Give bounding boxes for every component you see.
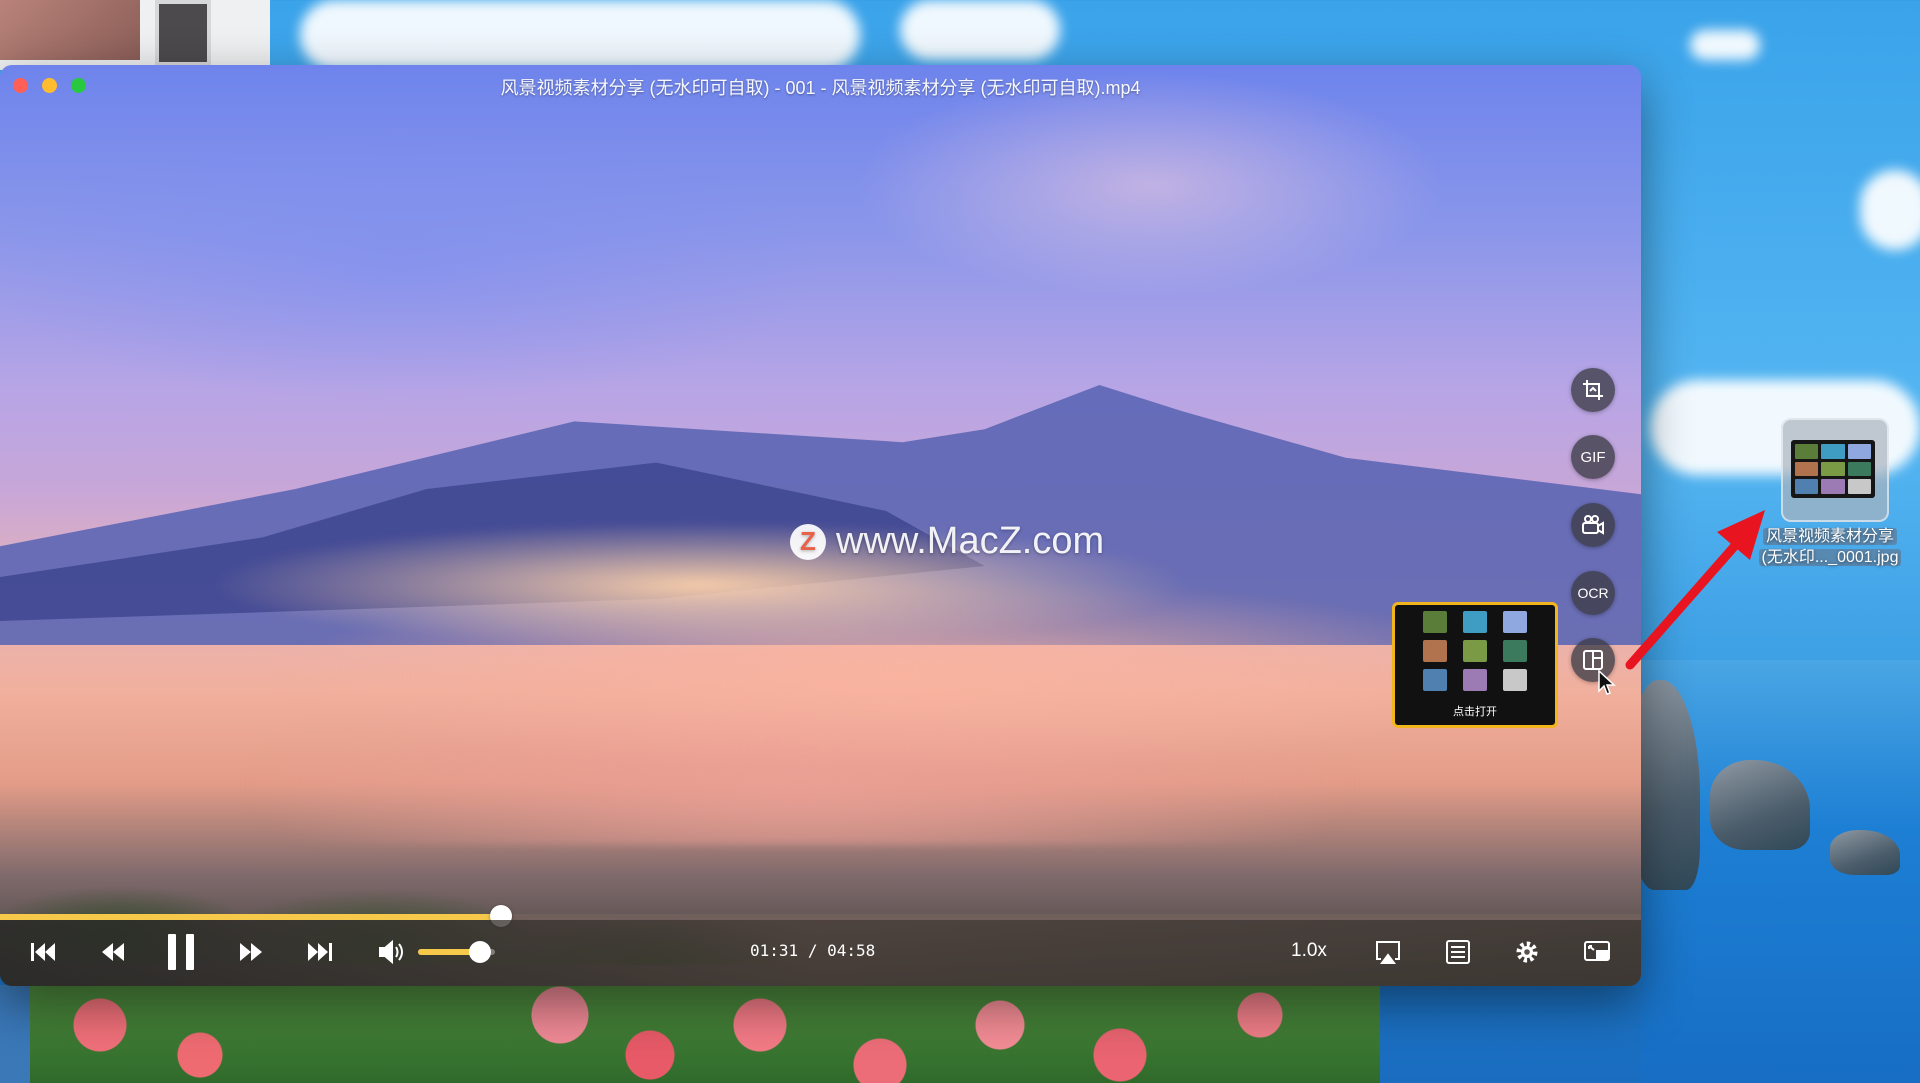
skip-previous-button[interactable]: [28, 937, 58, 967]
thumbnail-tile: [1503, 669, 1527, 691]
volume-button[interactable]: [376, 937, 406, 967]
record-button[interactable]: [1571, 503, 1615, 547]
thumbnail-tile: [1423, 611, 1447, 633]
watermark-text: www.MacZ.com: [836, 520, 1105, 562]
file-thumbnail-tile: [1821, 461, 1845, 477]
ocr-button[interactable]: OCR: [1571, 571, 1615, 615]
settings-button[interactable]: [1512, 937, 1542, 967]
thumbnail-tile: [1423, 669, 1447, 691]
gif-button[interactable]: GIF: [1571, 435, 1615, 479]
flower-bushes: [0, 985, 1380, 1083]
thumbnail-tile: [1463, 669, 1487, 691]
current-time: 01:31: [750, 941, 799, 960]
desktop-file-icon[interactable]: [1781, 418, 1889, 522]
file-thumbnail-tile: [1847, 479, 1871, 494]
thumbnail-preview-popup[interactable]: 点击打开: [1392, 602, 1558, 728]
thumbnail-tile: [1503, 611, 1527, 633]
gif-label: GIF: [1580, 448, 1606, 466]
airplay-icon: [1376, 941, 1400, 964]
house: [0, 0, 270, 70]
cloud: [900, 0, 1060, 60]
watermark: Z www.MacZ.com: [790, 520, 1104, 563]
skip-next-icon: [308, 943, 332, 961]
thumbnail-tile: [1503, 640, 1527, 662]
file-thumbnail-tile: [1795, 479, 1819, 494]
picture-in-picture-icon: [1584, 941, 1610, 961]
window-title: 风景视频素材分享 (无水印可自取) - 001 - 风景视频素材分享 (无水印可…: [500, 78, 1141, 98]
settings-icon: [1516, 941, 1538, 963]
pause-button[interactable]: [164, 932, 198, 972]
time-display: 01:31 / 04:58: [750, 941, 875, 960]
title-bar[interactable]: 风景视频素材分享 (无水印可自取) - 001 - 风景视频素材分享 (无水印可…: [0, 65, 1641, 103]
thumbnail-tile: [1463, 640, 1487, 662]
file-thumbnail-tile: [1821, 444, 1845, 459]
crop-icon: [1583, 380, 1603, 400]
picture-in-picture-button[interactable]: [1582, 937, 1612, 967]
file-thumbnail-tile: [1795, 461, 1819, 477]
skip-previous-icon: [31, 943, 55, 961]
file-thumbnail-tile: [1847, 461, 1871, 477]
fast-forward-button[interactable]: [236, 937, 266, 967]
total-time: 04:58: [827, 941, 876, 960]
fast-forward-icon: [240, 943, 262, 961]
cloud: [1690, 30, 1760, 60]
playlist-button[interactable]: [1443, 937, 1473, 967]
house-roof: [0, 0, 140, 60]
thumbnail-tile: [1423, 640, 1447, 662]
file-thumbnail-tile: [1795, 444, 1819, 459]
mouse-cursor-icon: [1598, 669, 1616, 695]
airplay-button[interactable]: [1373, 937, 1403, 967]
rewind-icon: [102, 943, 124, 961]
skip-next-button[interactable]: [305, 937, 335, 967]
rewind-button[interactable]: [98, 937, 128, 967]
pause-icon: [168, 934, 194, 970]
house-window: [155, 0, 211, 66]
cloud: [300, 0, 860, 70]
file-thumbnail-tile: [1821, 479, 1845, 494]
thumbnail-tile: [1463, 611, 1487, 633]
file-thumbnail-preview: [1791, 440, 1875, 498]
file-thumbnail-tile: [1847, 444, 1871, 459]
video-record-icon: [1582, 515, 1604, 535]
volume-handle[interactable]: [468, 941, 491, 963]
video-player-window[interactable]: 风景视频素材分享 (无水印可自取) - 001 - 风景视频素材分享 (无水印可…: [0, 65, 1641, 986]
click-to-open-label: 点击打开: [1453, 706, 1497, 718]
thumbnail-grid: [1423, 611, 1529, 691]
time-separator: /: [807, 941, 818, 960]
red-arrow-annotation: [1625, 510, 1765, 670]
watermark-logo: Z: [790, 523, 826, 560]
blue-wall: [0, 985, 30, 1083]
crop-button[interactable]: [1571, 368, 1615, 412]
volume-icon: [379, 939, 403, 965]
playback-speed-button[interactable]: 1.0x: [1291, 940, 1327, 962]
ocr-label: OCR: [1577, 585, 1609, 601]
playlist-icon: [1446, 940, 1470, 964]
cloud: [1860, 170, 1920, 250]
control-bar: 01:31 / 04:58 1.0x: [0, 920, 1641, 986]
